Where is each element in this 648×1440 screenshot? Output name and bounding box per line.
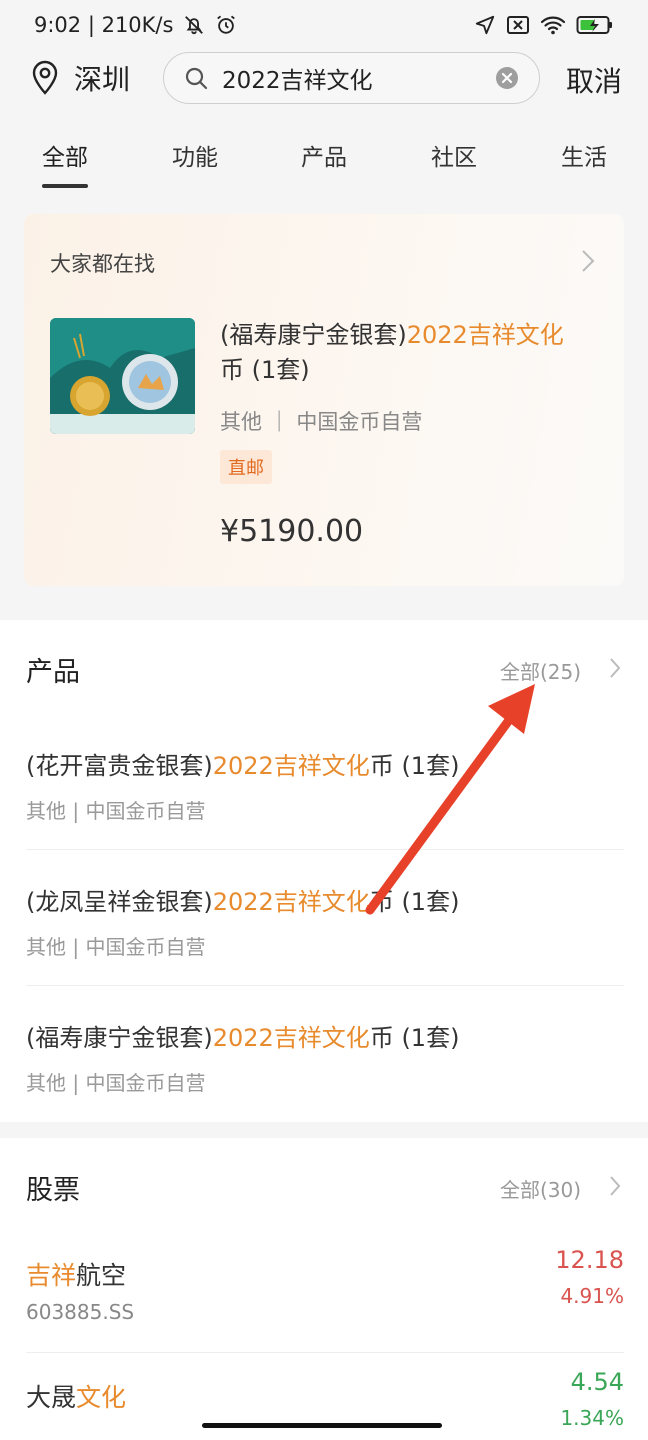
location-arrow-icon (475, 15, 495, 35)
stock-price: 12.18 (555, 1246, 624, 1274)
products-view-all[interactable]: 全部(25) (500, 656, 581, 685)
no-sim-icon (507, 16, 529, 34)
search-input[interactable]: 2022吉祥文化 (163, 52, 540, 104)
product-image[interactable] (50, 318, 195, 434)
chevron-right-icon[interactable] (608, 1174, 622, 1198)
tab-life[interactable]: 生活 (561, 138, 607, 172)
popular-title: 大家都在找 (50, 252, 155, 276)
products-section-title: 产品 (26, 657, 80, 688)
stocks-section-title: 股票 (26, 1175, 80, 1206)
tab-all[interactable]: 全部 (42, 138, 88, 172)
divider (26, 985, 624, 986)
home-indicator[interactable] (202, 1423, 442, 1428)
product-name: (龙凤呈祥金银套)2022吉祥文化币 (1套) (26, 888, 460, 916)
tab-function[interactable]: 功能 (172, 138, 218, 172)
chevron-right-icon[interactable] (580, 248, 596, 274)
bell-off-icon (185, 16, 204, 35)
divider (26, 1352, 624, 1353)
category-tabs: 全部 功能 产品 社区 生活 (0, 130, 648, 190)
popular-product-name[interactable]: (福寿康宁金银套)2022吉祥文化币 (1套) (220, 318, 600, 388)
clear-icon[interactable] (495, 66, 519, 90)
search-row: 深圳 2022吉祥文化 取消 (0, 50, 648, 106)
product-meta: 其他 | 中国金币自营 (26, 935, 206, 959)
stock-name: 吉祥航空 (26, 1261, 127, 1290)
popular-product-price: ¥5190.00 (220, 514, 364, 549)
popular-product-meta: 其他 ｜ 中国金币自营 (220, 410, 423, 434)
status-bar: 9:02 | 210K/s (0, 0, 648, 50)
alarm-icon (217, 15, 236, 34)
product-name: (花开富贵金银套)2022吉祥文化币 (1套) (26, 752, 460, 780)
search-icon (185, 67, 208, 90)
battery-charging-icon (576, 16, 612, 34)
stock-change: 4.91% (560, 1284, 624, 1308)
stock-code: 603885.SS (26, 1300, 135, 1324)
wifi-icon (540, 16, 566, 35)
stock-price: 4.54 (570, 1368, 624, 1396)
stocks-view-all[interactable]: 全部(30) (500, 1174, 581, 1203)
tab-community[interactable]: 社区 (431, 138, 477, 172)
city-label: 深圳 (74, 63, 131, 96)
status-time: 9:02 | 210K/s (34, 13, 174, 37)
location-pin-icon (32, 60, 58, 95)
chevron-right-icon[interactable] (608, 656, 622, 680)
stock-change: 1.34% (560, 1406, 624, 1430)
product-name: (福寿康宁金银套)2022吉祥文化币 (1套) (26, 1024, 460, 1052)
product-meta: 其他 | 中国金币自营 (26, 1071, 206, 1095)
shipping-badge: 直邮 (220, 450, 272, 484)
tab-product[interactable]: 产品 (301, 138, 347, 172)
active-tab-indicator (42, 184, 88, 188)
stocks-section: 股票 全部(30) 吉祥航空 603885.SS 12.18 4.91% 大晟文… (0, 1138, 648, 1440)
stock-name: 大晟文化 (26, 1383, 127, 1412)
product-meta: 其他 | 中国金币自营 (26, 799, 206, 823)
search-query: 2022吉祥文化 (222, 68, 373, 94)
products-section: 产品 全部(25) (花开富贵金银套)2022吉祥文化币 (1套) 其他 | 中… (0, 620, 648, 1122)
product-item[interactable]: (龙凤呈祥金银套)2022吉祥文化币 (1套) 其他 | 中国金币自营 (26, 882, 626, 960)
divider (26, 849, 624, 850)
popular-card[interactable]: 大家都在找 (福寿康宁金银套)2022吉祥文化币 (1套) 其他 ｜ 中国金币自… (24, 214, 624, 586)
city-selector[interactable]: 深圳 (30, 58, 130, 98)
product-item[interactable]: (福寿康宁金银套)2022吉祥文化币 (1套) 其他 | 中国金币自营 (26, 1018, 626, 1096)
cancel-button[interactable]: 取消 (566, 60, 622, 100)
product-item[interactable]: (花开富贵金银套)2022吉祥文化币 (1套) 其他 | 中国金币自营 (26, 746, 626, 824)
